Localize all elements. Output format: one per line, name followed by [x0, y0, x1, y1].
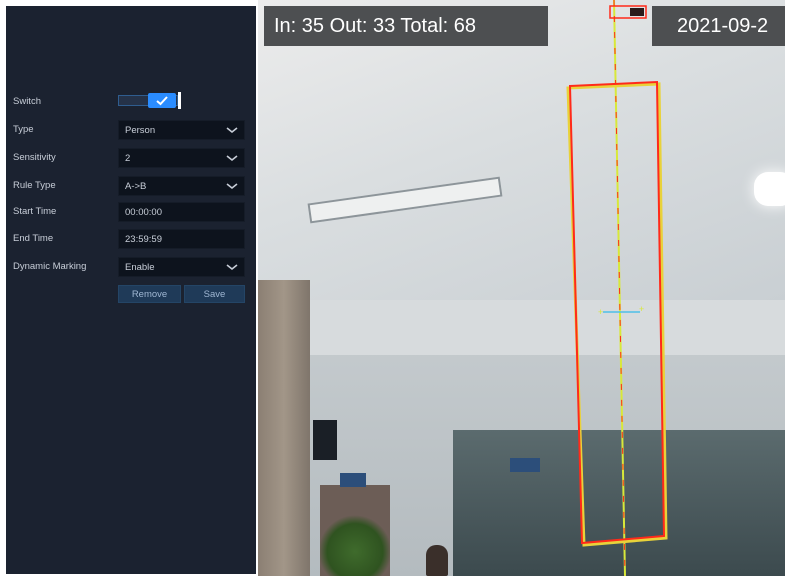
type-label: Type — [13, 124, 34, 135]
direction-marker-b: + — [639, 304, 644, 314]
sensitivity-select[interactable]: 2 — [118, 148, 245, 168]
rule-type-label: Rule Type — [13, 180, 56, 191]
people-counter: In: 35 Out: 33 Total: 68 — [264, 6, 548, 46]
rule-type-value: A->B — [125, 181, 147, 192]
dynamic-marking-label: Dynamic Marking — [13, 261, 87, 272]
settings-panel: Switch Type Person Sensitivity 2 Rule Ty… — [6, 6, 256, 574]
start-time-value: 00:00:00 — [125, 207, 162, 218]
start-time-label: Start Time — [13, 206, 57, 217]
dynamic-marking-row: Dynamic Marking Enable — [6, 257, 256, 277]
end-time-row: End Time 23:59:59 — [6, 229, 256, 249]
datetime-overlay: 2021-09-2 — [652, 6, 785, 46]
detection-overlay: + + — [566, 0, 668, 576]
sensitivity-row: Sensitivity 2 — [6, 148, 256, 168]
start-time-row: Start Time 00:00:00 — [6, 202, 256, 222]
action-row: Remove Save — [6, 285, 256, 305]
save-button[interactable]: Save — [184, 285, 245, 303]
camera-view[interactable]: + + In: 35 Out: 33 Total: 68 2021-09-2 — [258, 0, 785, 576]
switch-knob — [148, 93, 176, 108]
switch-row: Switch — [6, 92, 256, 112]
end-time-label: End Time — [13, 233, 54, 244]
rule-type-row: Rule Type A->B — [6, 176, 256, 196]
chevron-down-icon — [226, 183, 238, 190]
direction-marker-a: + — [598, 307, 603, 317]
top-marker-fill — [630, 8, 644, 16]
remove-button[interactable]: Remove — [118, 285, 181, 303]
type-select[interactable]: Person — [118, 120, 245, 140]
rule-type-select[interactable]: A->B — [118, 176, 245, 196]
dynamic-marking-select[interactable]: Enable — [118, 257, 245, 277]
sensitivity-value: 2 — [125, 153, 131, 164]
type-value: Person — [125, 125, 156, 136]
start-time-input[interactable]: 00:00:00 — [118, 202, 245, 222]
check-icon — [156, 96, 168, 106]
end-time-value: 23:59:59 — [125, 234, 162, 245]
switch-label: Switch — [13, 96, 41, 107]
switch-edge — [178, 92, 181, 109]
chevron-down-icon — [226, 264, 238, 271]
type-row: Type Person — [6, 120, 256, 140]
chevron-down-icon — [226, 155, 238, 162]
enable-switch[interactable] — [118, 92, 181, 109]
sensitivity-label: Sensitivity — [13, 152, 56, 163]
end-time-input[interactable]: 23:59:59 — [118, 229, 245, 249]
dynamic-marking-value: Enable — [125, 262, 155, 273]
chevron-down-icon — [226, 127, 238, 134]
